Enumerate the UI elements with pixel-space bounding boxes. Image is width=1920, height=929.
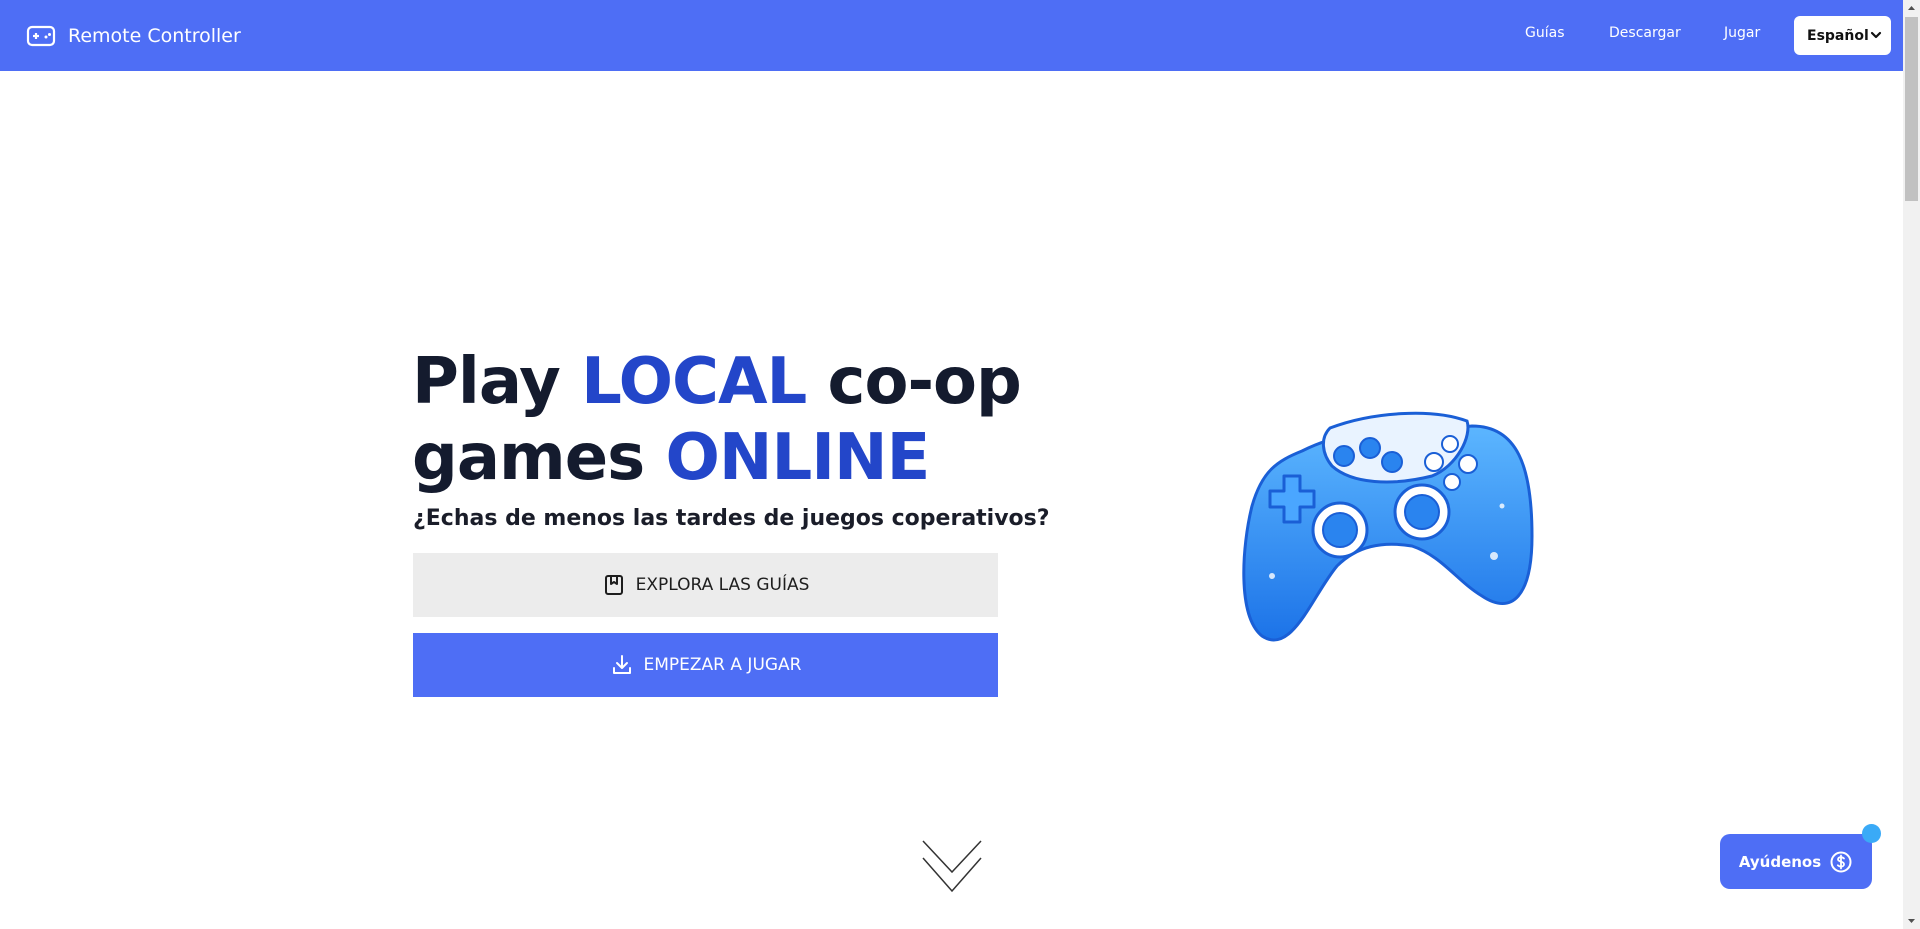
nav-link-guides[interactable]: Guías xyxy=(1525,25,1564,47)
scroll-up-icon[interactable] xyxy=(1903,0,1920,17)
bookmark-icon xyxy=(604,575,623,595)
help-us-button[interactable]: Ayúdenos xyxy=(1720,834,1872,889)
page: Remote Controller Guías Descargar Jugar … xyxy=(0,0,1920,929)
chevron-down-icon xyxy=(1870,31,1882,39)
scroll-down-icon[interactable] xyxy=(1903,912,1920,929)
top-navbar: Remote Controller Guías Descargar Jugar … xyxy=(0,0,1903,71)
gamepad-icon xyxy=(26,25,56,47)
headline-word-online: ONLINE xyxy=(665,421,930,495)
hero-subtitle: ¿Echas de menos las tardes de juegos cop… xyxy=(413,506,1050,531)
language-select[interactable]: Español xyxy=(1794,16,1891,55)
headline-word-games: games xyxy=(412,421,666,495)
brand-link[interactable]: Remote Controller xyxy=(26,20,241,52)
help-us-label: Ayúdenos xyxy=(1738,852,1822,871)
double-chevron-down-icon[interactable] xyxy=(918,836,986,896)
page-scrollbar[interactable] xyxy=(1903,0,1920,929)
scrollbar-thumb[interactable] xyxy=(1905,17,1918,201)
download-icon xyxy=(612,655,631,674)
nav-link-download[interactable]: Descargar xyxy=(1609,25,1681,47)
gamepad-illustration xyxy=(1242,411,1534,642)
dollar-icon xyxy=(1830,851,1852,872)
start-playing-label: EMPEZAR A JUGAR xyxy=(643,655,802,675)
language-select-value: Español xyxy=(1807,27,1869,44)
headline-word-coop: co-op xyxy=(806,345,1022,419)
headline-word-local: LOCAL xyxy=(581,345,807,419)
notification-dot xyxy=(1862,824,1881,843)
headline-word-play: Play xyxy=(412,345,582,419)
brand-name: Remote Controller xyxy=(68,25,241,47)
start-playing-button[interactable]: EMPEZAR A JUGAR xyxy=(413,633,998,697)
explore-guides-button[interactable]: EXPLORA LAS GUÍAS xyxy=(413,553,998,617)
nav-link-play[interactable]: Jugar xyxy=(1724,25,1760,47)
explore-guides-label: EXPLORA LAS GUÍAS xyxy=(635,575,810,595)
hero-headline: Play LOCAL co-op games ONLINE xyxy=(412,344,1112,496)
